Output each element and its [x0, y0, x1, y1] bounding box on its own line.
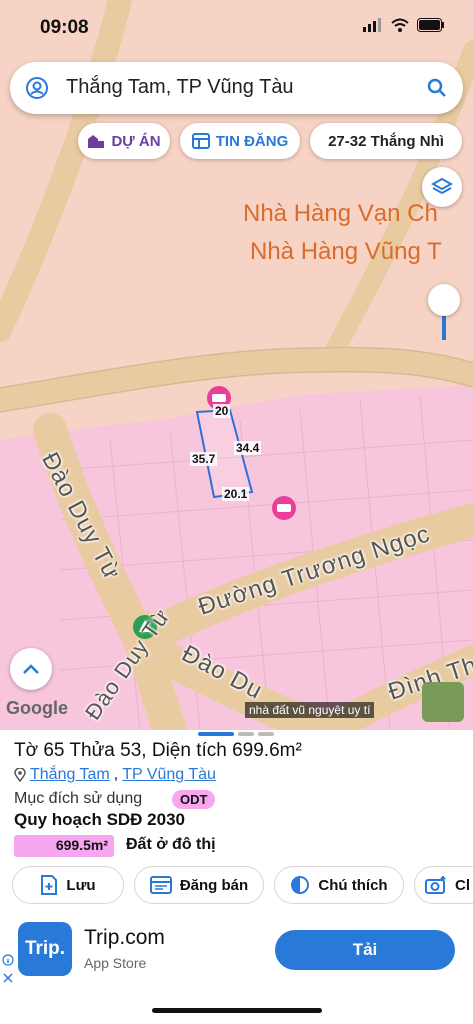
chip-du-an[interactable]: DỰ ÁN — [78, 123, 170, 159]
status-bar: 09:08 — [0, 0, 473, 56]
location-pin-icon — [14, 768, 26, 782]
save-label: Lưu — [66, 876, 96, 894]
legend-icon — [291, 876, 310, 894]
ad-subtitle: App Store — [84, 955, 147, 971]
chip-du-an-label: DỰ ÁN — [111, 132, 161, 150]
legend-label: Chú thích — [318, 876, 388, 894]
dim-bottom: 20.1 — [222, 487, 250, 501]
location-separator: , — [113, 766, 119, 783]
wifi-icon — [391, 18, 409, 32]
chip-tin-dang[interactable]: TIN ĐĂNG — [180, 123, 300, 159]
chevron-up-icon — [23, 664, 39, 674]
dim-right: 34.4 — [234, 441, 262, 455]
legend-button[interactable]: Chú thích — [274, 866, 404, 904]
plan-title: Quy hoạch SDĐ 2030 — [14, 810, 186, 829]
home-indicator-area — [0, 986, 473, 1024]
search-bar[interactable]: Thắng Tam, TP Vũng Tàu — [10, 62, 463, 114]
chip-place-label: 27-32 Thắng Nhì — [328, 132, 444, 150]
drag-handle[interactable] — [198, 732, 276, 736]
ad-banner[interactable]: Trip. Trip.com App Store Tải — [0, 916, 473, 986]
usage-label: Mục đích sử dụng — [14, 790, 143, 807]
parcel-location: Thắng Tam, TP Vũng Tàu — [14, 766, 216, 784]
search-icon[interactable] — [427, 78, 447, 98]
layers-button[interactable] — [422, 167, 462, 207]
save-icon — [41, 875, 58, 895]
status-time: 09:08 — [40, 17, 89, 38]
ad-install-button[interactable]: Tải — [275, 930, 455, 970]
post-sale-label: Đăng bán — [179, 876, 249, 894]
more-button[interactable]: Cl — [414, 866, 473, 904]
listing-icon — [191, 133, 210, 149]
save-button[interactable]: Lưu — [12, 866, 124, 904]
home-indicator[interactable] — [152, 1008, 322, 1013]
user-icon[interactable] — [26, 77, 48, 99]
signal-icon — [363, 18, 381, 32]
ward-link[interactable]: Thắng Tam — [30, 766, 110, 784]
chip-place[interactable]: 27-32 Thắng Nhì — [310, 123, 462, 159]
chip-tin-dang-label: TIN ĐĂNG — [215, 132, 289, 150]
parcel-title: Tờ 65 Thửa 53, Diện tích 699.6m² — [14, 740, 302, 761]
zoom-slider-handle[interactable] — [428, 284, 460, 316]
ad-info-icon[interactable] — [2, 954, 14, 984]
expand-button[interactable] — [10, 648, 52, 690]
ad-logo: Trip. — [18, 922, 72, 976]
dim-left: 35.7 — [190, 452, 218, 466]
layers-icon — [431, 177, 453, 195]
ad-title: Trip.com — [84, 926, 165, 949]
action-row: Lưu Đăng bán Chú thích Cl — [0, 866, 473, 906]
google-logo: Google — [6, 698, 68, 718]
more-label: Cl — [455, 876, 470, 894]
usage-badge: ODT — [172, 790, 216, 809]
plan-type: Đất ở đô thị — [126, 836, 216, 853]
dim-top: 20 — [213, 404, 231, 418]
watermark-avatar — [422, 682, 464, 722]
post-icon — [149, 876, 172, 894]
battery-icon — [417, 18, 444, 32]
search-input[interactable]: Thắng Tam, TP Vũng Tàu — [66, 76, 294, 99]
plan-area: 699.5m² — [14, 835, 114, 857]
place-label-1[interactable]: Nhà Hàng Vạn Ch — [243, 200, 438, 228]
camera-add-icon — [425, 876, 446, 894]
city-link[interactable]: TP Vũng Tàu — [122, 766, 216, 784]
building-icon — [88, 135, 105, 148]
post-sale-button[interactable]: Đăng bán — [134, 866, 264, 904]
place-label-2[interactable]: Nhà Hàng Vũng T — [250, 238, 442, 266]
watermark: nhà đất vũ nguyệt uy tí — [245, 702, 375, 718]
